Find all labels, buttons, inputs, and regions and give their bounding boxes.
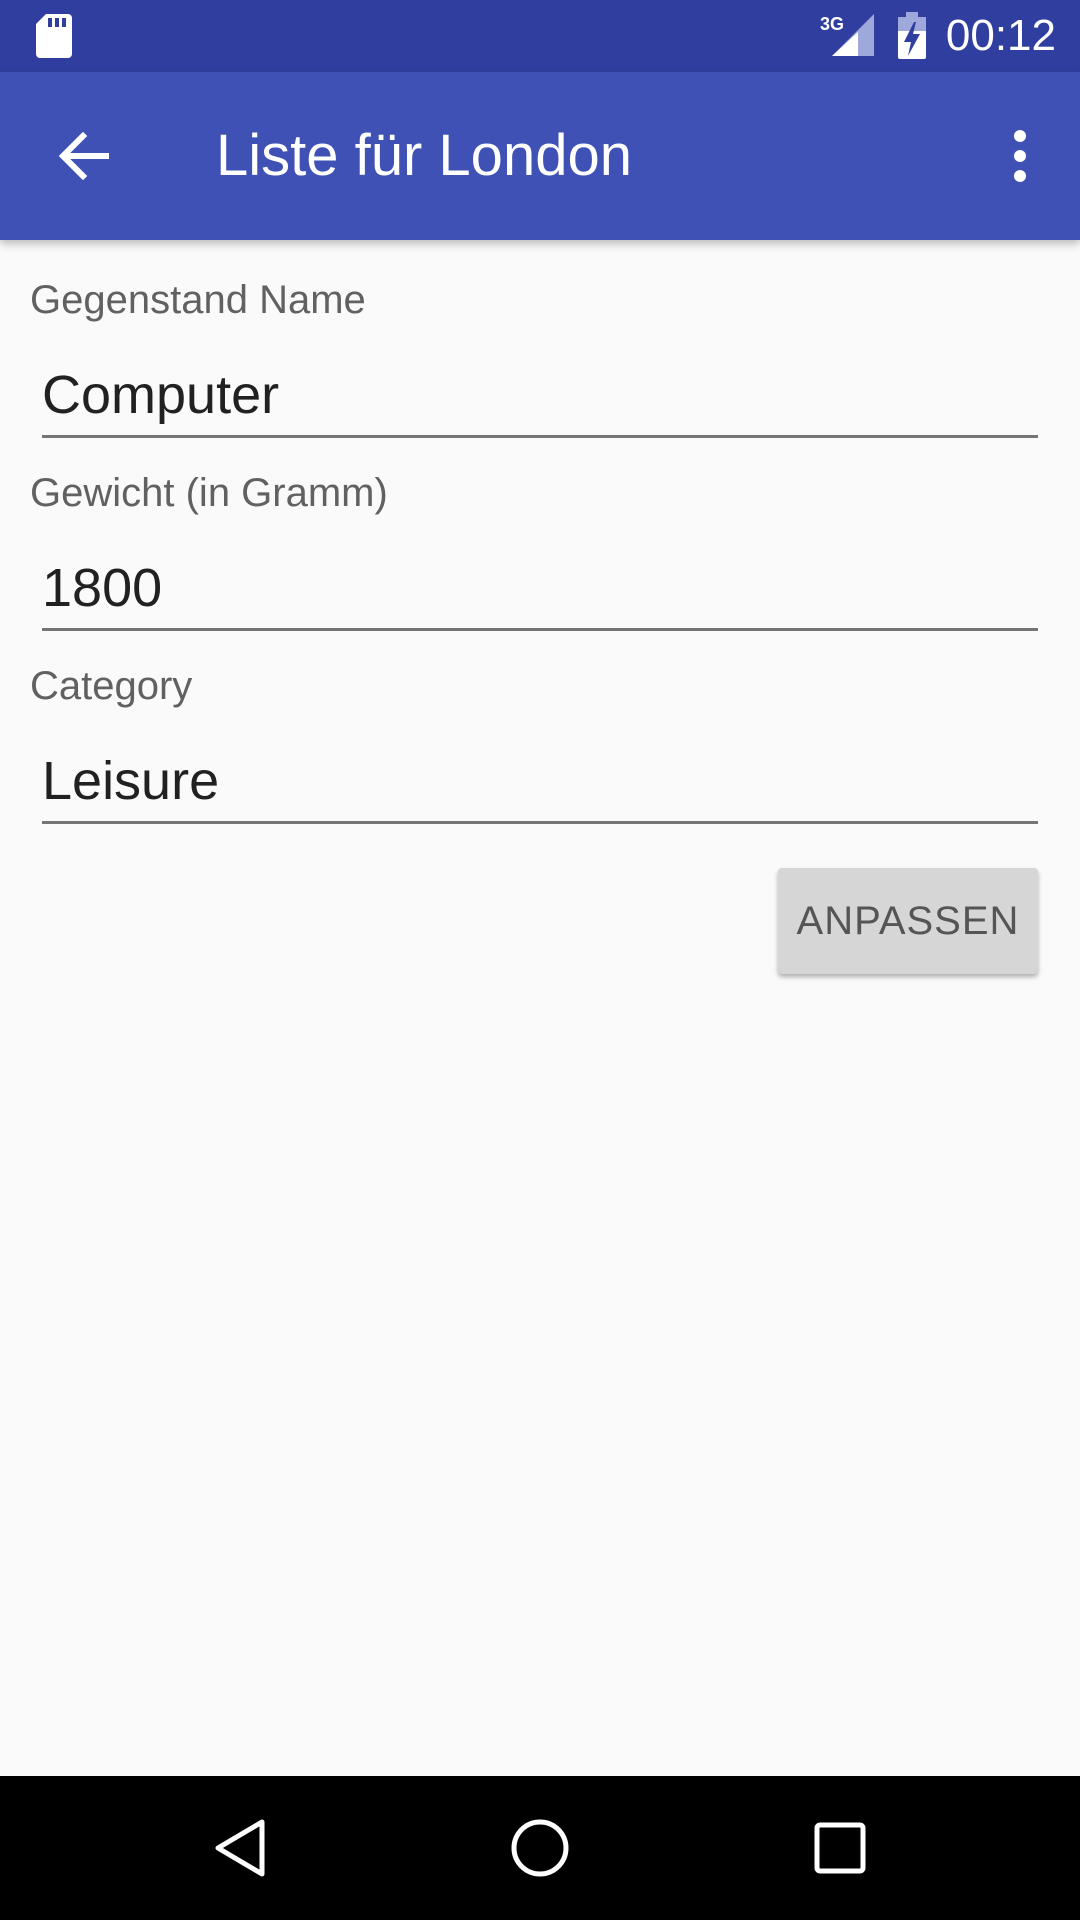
home-circle-icon [511, 1819, 569, 1877]
back-triangle-icon [215, 1819, 265, 1877]
nav-back-button[interactable] [198, 1806, 282, 1890]
nav-home-button[interactable] [498, 1806, 582, 1890]
arrow-back-icon [58, 132, 109, 180]
back-button[interactable] [36, 108, 132, 204]
more-vert-icon [1014, 130, 1026, 182]
overflow-menu-button[interactable] [984, 108, 1056, 204]
network-type-label: 3G [820, 14, 844, 34]
category-label: Category [30, 664, 193, 708]
name-label: Gegenstand Name [30, 278, 366, 322]
nav-recents-button[interactable] [798, 1806, 882, 1890]
signal-icon: 3G [820, 14, 874, 56]
sd-card-icon [36, 14, 72, 58]
status-bar: 3G 00:12 [0, 0, 1080, 72]
weight-label: Gewicht (in Gramm) [30, 471, 388, 515]
category-input[interactable] [42, 740, 1038, 824]
name-input[interactable] [42, 354, 1038, 438]
app-bar: Liste für London [0, 72, 1080, 240]
anpassen-button[interactable]: ANPASSEN [778, 868, 1038, 974]
weight-input[interactable] [42, 547, 1038, 631]
navigation-bar [0, 1776, 1080, 1920]
page-title: Liste für London [216, 123, 632, 188]
status-clock: 00:12 [945, 11, 1056, 60]
recents-square-icon [814, 1822, 866, 1874]
battery-charging-icon [898, 12, 926, 59]
